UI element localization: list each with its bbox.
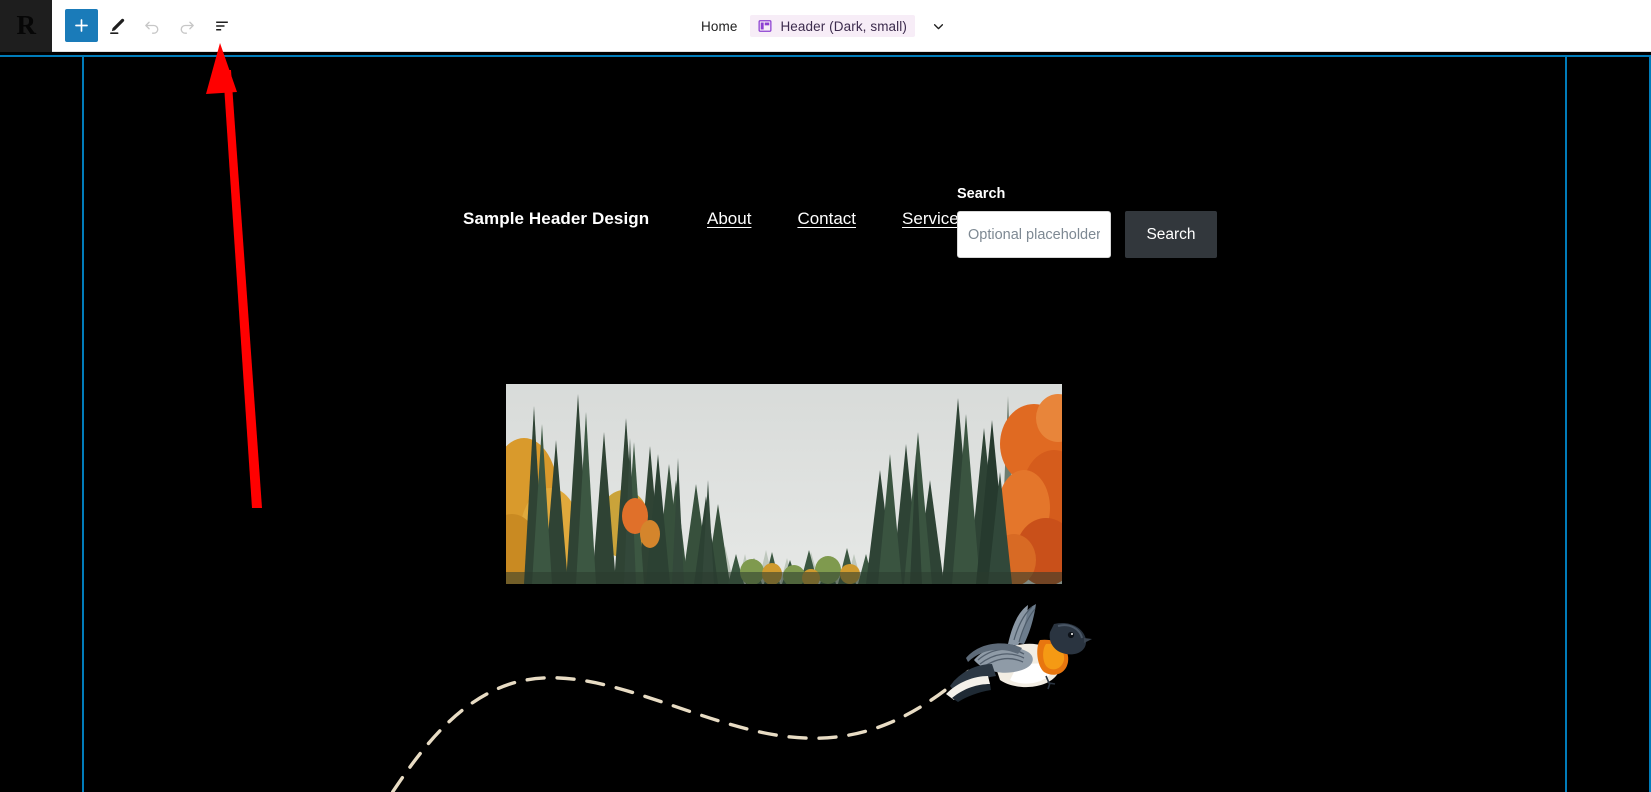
search-submit-button[interactable]: Search — [1125, 211, 1217, 258]
list-view-button[interactable] — [205, 9, 238, 42]
site-header-block[interactable]: Sample Header Design About Contact Servi… — [0, 52, 1651, 322]
forest-image — [506, 384, 1062, 584]
redo-button[interactable] — [170, 9, 203, 42]
document-actions-dropdown[interactable] — [928, 15, 950, 37]
undo-icon — [144, 21, 158, 34]
editor-canvas[interactable]: Sample Header Design About Contact Servi… — [0, 52, 1651, 792]
site-icon-button[interactable]: R — [0, 0, 52, 52]
site-title[interactable]: Sample Header Design — [463, 209, 649, 229]
site-logo-letter: R — [16, 10, 37, 40]
primary-navigation[interactable]: About Contact Services — [707, 209, 967, 229]
search-input[interactable] — [957, 211, 1111, 258]
editor-root: R Home Header (Dark, small) Sample Heade… — [0, 0, 1651, 792]
chevron-down-icon — [934, 23, 944, 29]
redo-icon — [180, 21, 194, 34]
document-breadcrumb-area: Home Header (Dark, small) — [0, 0, 1651, 52]
tools-button[interactable] — [100, 9, 133, 42]
list-view-icon — [215, 20, 228, 31]
undo-button[interactable] — [135, 9, 168, 42]
forest-image-block[interactable] — [506, 384, 1062, 584]
template-part-icon — [758, 20, 772, 32]
search-block[interactable]: Search Search — [957, 186, 1217, 258]
breadcrumb-home[interactable]: Home — [701, 19, 737, 34]
template-part-label: Header (Dark, small) — [780, 18, 907, 34]
nav-link-about[interactable]: About — [707, 209, 751, 229]
plus-icon — [75, 19, 88, 32]
nav-link-contact[interactable]: Contact — [797, 209, 856, 229]
bird-image — [946, 604, 1092, 702]
editor-top-bar: R Home Header (Dark, small) — [0, 0, 1651, 52]
flight-path-trail — [390, 668, 972, 792]
add-block-button[interactable] — [65, 9, 98, 42]
bird-image-block[interactable] — [944, 598, 1092, 704]
template-part-chip[interactable]: Header (Dark, small) — [750, 15, 915, 37]
pencil-icon — [109, 18, 124, 34]
editor-toolbar — [52, 9, 238, 42]
search-row: Search — [957, 211, 1217, 258]
search-label: Search — [957, 186, 1006, 202]
